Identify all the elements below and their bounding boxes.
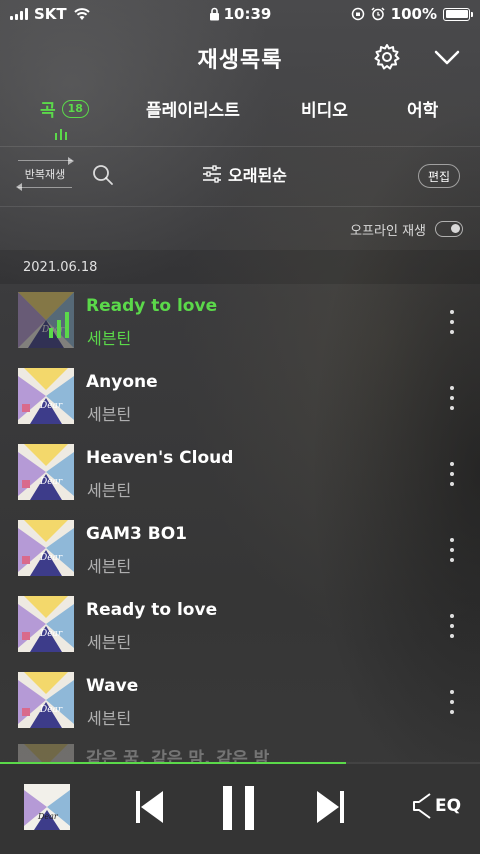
wifi-icon — [73, 8, 90, 20]
more-options-icon[interactable] — [448, 614, 456, 638]
mini-player: Dear EQ — [0, 762, 480, 854]
song-artist: 세븐틴 — [87, 633, 132, 652]
tab-language[interactable]: 어학 — [407, 96, 438, 121]
song-title: 같은 꿈, 같은 맘, 같은 밤 — [86, 749, 270, 762]
album-art-image: Dear — [18, 368, 74, 424]
song-artist: 세븐틴 — [87, 481, 132, 500]
svg-text:Dear: Dear — [39, 477, 63, 487]
sort-button[interactable]: 오래된순 — [202, 162, 287, 186]
album-art: Dear — [18, 596, 74, 652]
song-artist: 세븐틴 — [87, 405, 132, 424]
album-art: Dear — [18, 292, 74, 348]
song-title: Heaven's Cloud — [86, 448, 234, 468]
equalizer-button[interactable]: EQ — [412, 792, 461, 820]
page-title: 재생목록 — [197, 48, 283, 73]
song-title: Wave — [86, 676, 139, 696]
rotation-lock-icon — [351, 7, 364, 21]
album-art: Dear — [18, 520, 74, 576]
lock-icon — [209, 7, 219, 21]
list-toolbar: 반복재생 오래된순 편집 — [0, 156, 480, 196]
list-item[interactable]: Dear Heaven's Cloud 세븐틴 — [0, 436, 480, 512]
speaker-icon — [413, 793, 431, 819]
list-item[interactable]: Dear Ready to love 세븐틴 — [0, 284, 480, 360]
gear-icon[interactable] — [372, 42, 402, 72]
list-item[interactable]: Dear Ready to love 세븐틴 — [0, 588, 480, 664]
album-art: Dear — [18, 368, 74, 424]
more-options-icon[interactable] — [448, 690, 456, 714]
svg-text:Dear: Dear — [39, 553, 63, 563]
equalizer-label: EQ — [435, 796, 462, 816]
list-item[interactable]: Dear GAM3 BO1 세븐틴 — [0, 512, 480, 588]
album-art-image — [18, 744, 74, 762]
tab-bar: 곡 18 플레이리스트 비디오 어학 — [0, 96, 480, 126]
album-art-image: Dear — [18, 672, 74, 728]
now-playing-art-image: Dear — [24, 784, 70, 830]
tab-songs-label: 곡 — [40, 101, 56, 121]
album-art: Dear — [18, 444, 74, 500]
album-art-image: Dear — [18, 444, 74, 500]
next-track-icon[interactable] — [316, 790, 344, 824]
tab-playlists[interactable]: 플레이리스트 — [146, 96, 240, 121]
list-item[interactable]: Dear Wave 세븐틴 — [0, 664, 480, 740]
divider — [0, 206, 480, 207]
battery-percent: 100% — [390, 5, 437, 23]
chevron-down-icon[interactable] — [432, 44, 462, 70]
offline-play-label: 오프라인 재생 — [350, 223, 426, 239]
playback-progress[interactable] — [0, 762, 480, 764]
tab-language-label: 어학 — [407, 101, 439, 121]
tab-videos-label: 비디오 — [301, 101, 348, 121]
battery-icon — [443, 7, 473, 21]
header: 재생목록 — [0, 38, 480, 78]
svg-text:Dear: Dear — [39, 401, 63, 411]
svg-text:Dear: Dear — [37, 812, 59, 821]
carrier: SKT — [34, 5, 67, 23]
sliders-icon — [203, 165, 221, 183]
more-options-icon[interactable] — [448, 386, 456, 410]
more-options-icon[interactable] — [448, 538, 456, 562]
song-count-badge: 18 — [61, 99, 89, 118]
song-artist: 세븐틴 — [87, 329, 132, 348]
song-artist: 세븐틴 — [87, 709, 132, 728]
pause-icon[interactable] — [222, 786, 256, 830]
tab-songs[interactable]: 곡 18 — [40, 96, 89, 121]
offline-play-toggle[interactable] — [435, 221, 463, 237]
alarm-icon — [371, 7, 385, 21]
sort-label: 오래된순 — [228, 166, 287, 185]
album-art-image: Dear — [18, 596, 74, 652]
signal-icon — [10, 8, 28, 20]
active-tab-indicator — [55, 128, 67, 140]
album-art — [18, 744, 74, 762]
song-title: Ready to love — [86, 296, 218, 316]
svg-text:Dear: Dear — [39, 629, 63, 639]
search-icon[interactable] — [92, 164, 114, 186]
date-section-header: 2021.06.18 — [0, 250, 480, 284]
album-art-image: Dear — [18, 520, 74, 576]
svg-text:Dear: Dear — [39, 705, 63, 715]
section-date: 2021.06.18 — [23, 259, 98, 275]
list-item[interactable]: Dear Anyone 세븐틴 — [0, 360, 480, 436]
now-playing-icon — [49, 312, 69, 338]
tab-videos[interactable]: 비디오 — [301, 96, 348, 121]
clock: 10:39 — [223, 5, 272, 23]
status-bar: SKT 10:39 100% — [0, 0, 480, 28]
edit-button[interactable]: 편집 — [418, 164, 461, 188]
song-title: Ready to love — [86, 600, 218, 620]
offline-play-row: 오프라인 재생 — [0, 218, 480, 240]
repeat-button[interactable]: 반복재생 — [16, 157, 74, 191]
list-item[interactable]: 같은 꿈, 같은 맘, 같은 밤 — [0, 740, 480, 762]
previous-track-icon[interactable] — [136, 790, 164, 824]
more-options-icon[interactable] — [448, 462, 456, 486]
divider — [0, 146, 480, 147]
album-art: Dear — [18, 672, 74, 728]
now-playing-album-art[interactable]: Dear — [24, 784, 70, 830]
song-artist: 세븐틴 — [87, 557, 132, 576]
more-options-icon[interactable] — [448, 310, 456, 334]
song-title: GAM3 BO1 — [86, 524, 188, 544]
song-title: Anyone — [86, 372, 158, 392]
tab-playlists-label: 플레이리스트 — [146, 101, 240, 121]
